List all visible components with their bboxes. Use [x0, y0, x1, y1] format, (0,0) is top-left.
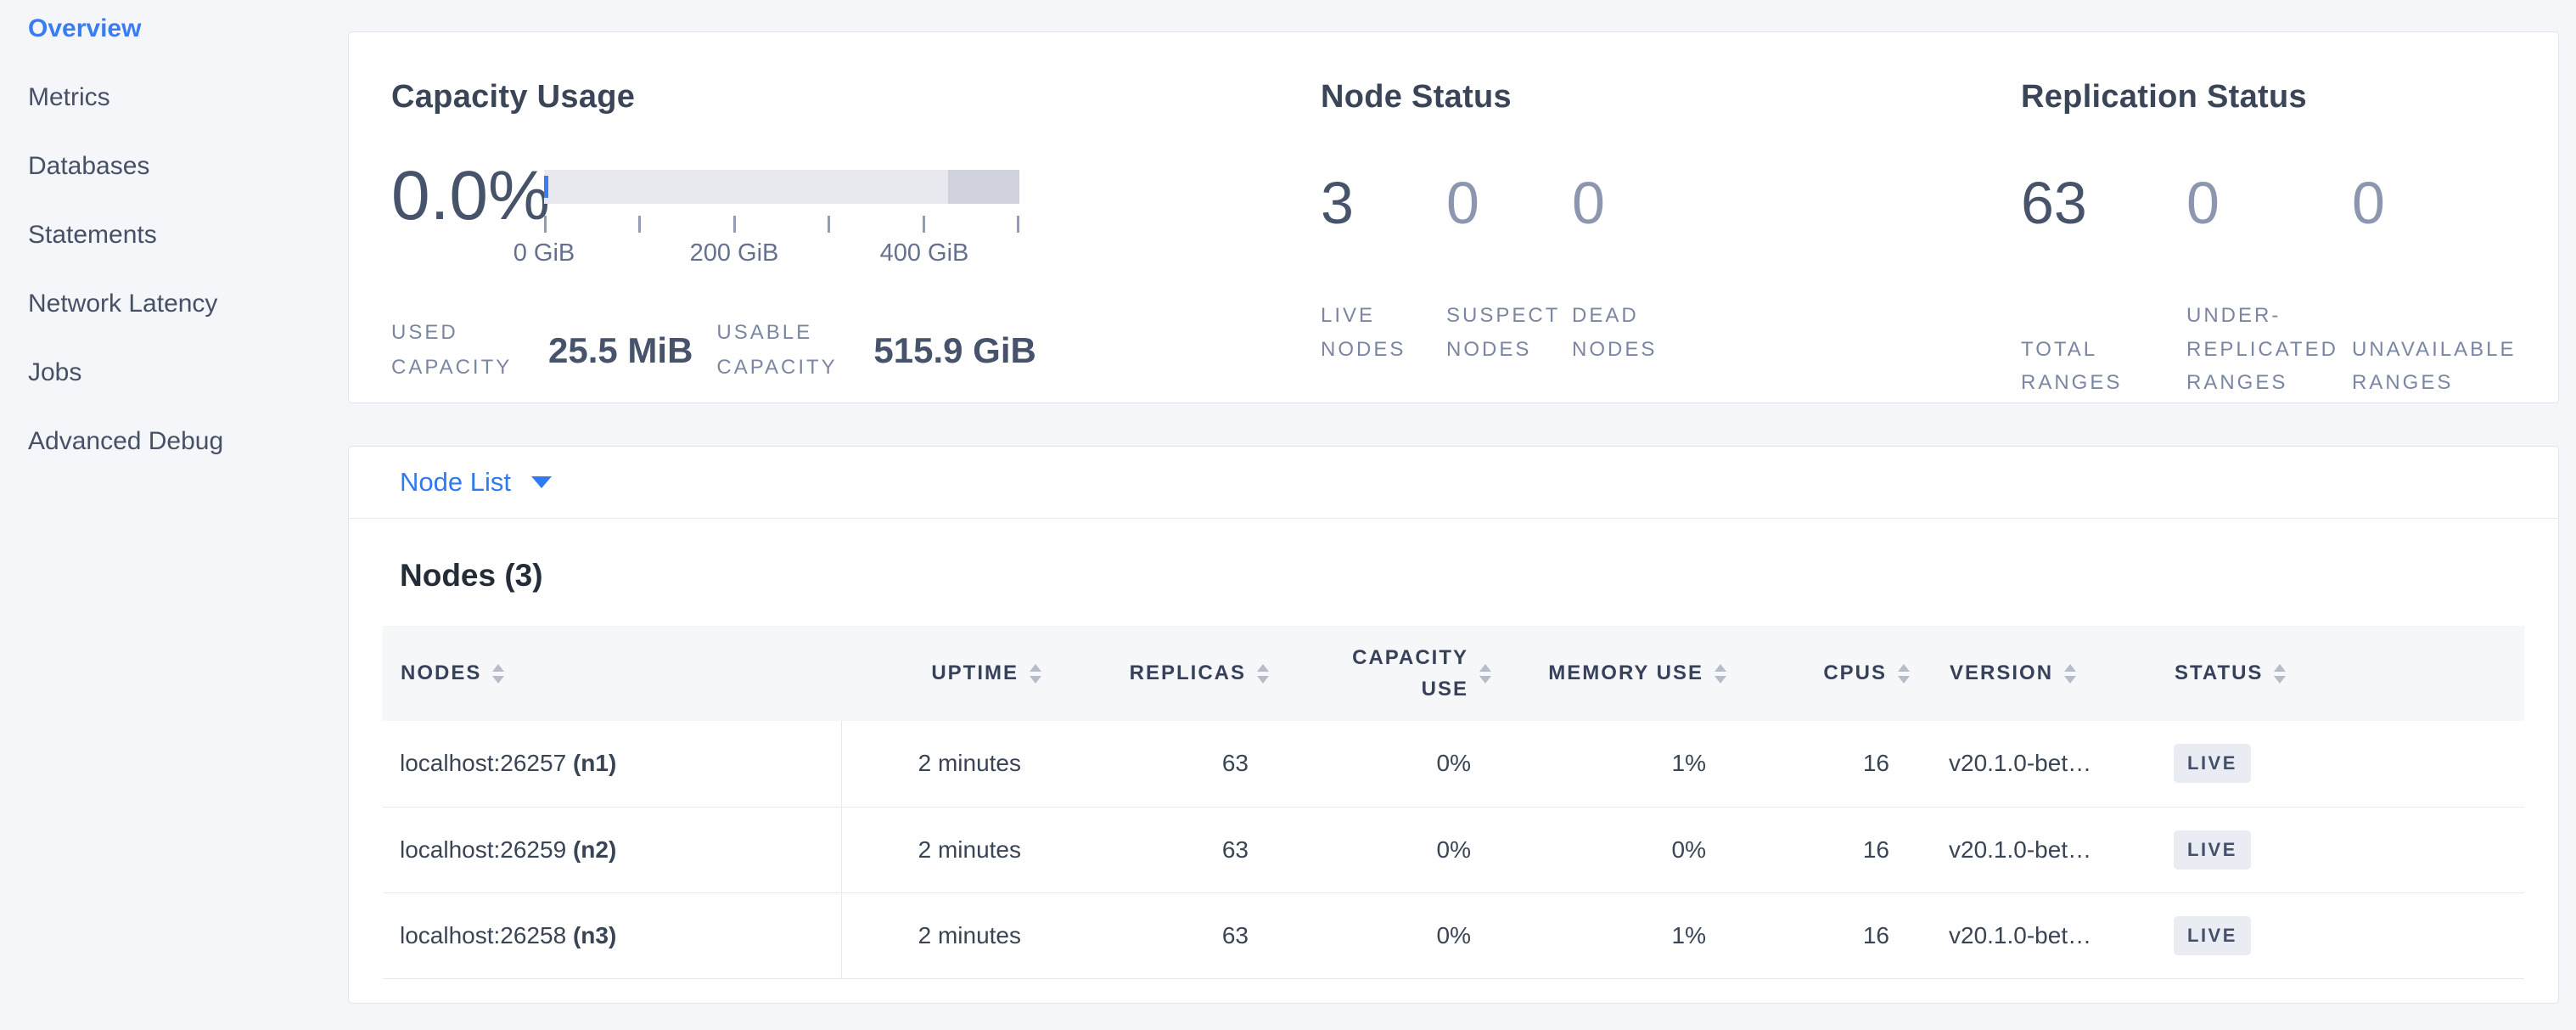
live-nodes-count: 3 [1321, 173, 1446, 233]
cpus-cell: 16 [1727, 807, 1911, 892]
sidebar-item-overview[interactable]: Overview [28, 14, 348, 44]
capacity-use-cell: 0% [1270, 721, 1492, 807]
nodes-heading: Nodes (3) [400, 558, 2524, 594]
dead-nodes-label: DEAD NODES [1572, 299, 1698, 366]
nodes-table: NODES UPTIME REPLICAS CAPACITY USE [383, 626, 2524, 979]
axis-label-0gib: 0 GiB [514, 239, 575, 267]
node-address-cell[interactable]: localhost:26259 (n2) [383, 807, 841, 892]
usable-capacity-label: USABLE CAPACITY [716, 316, 873, 386]
sort-icon [2274, 664, 2286, 684]
chevron-down-icon [531, 476, 552, 488]
cpus-cell: 16 [1727, 892, 1911, 978]
capacity-use-cell: 0% [1270, 892, 1492, 978]
version-cell: v20.1.0-bet… [1911, 807, 2127, 892]
live-nodes-label: LIVE NODES [1321, 299, 1446, 366]
replicas-cell: 63 [1042, 892, 1270, 978]
replication-status-title: Replication Status [2021, 79, 2558, 115]
used-capacity-label: USED CAPACITY [391, 316, 548, 386]
main-content: Capacity Usage 0.0% 0 GiB 200 Gi [348, 0, 2576, 1030]
replicas-cell: 63 [1042, 721, 1270, 807]
uptime-cell: 2 minutes [841, 721, 1042, 807]
capacity-bar-reserved-segment [948, 170, 1019, 204]
sidebar-item-statements[interactable]: Statements [28, 220, 348, 250]
used-capacity-stat: USED CAPACITY 25.5 MiB [391, 316, 716, 386]
axis-label-400gib: 400 GiB [880, 239, 969, 267]
sidebar-item-metrics[interactable]: Metrics [28, 82, 348, 113]
unavailable-ranges-label: UNAVAILABLE RANGES [2352, 333, 2517, 400]
used-capacity-value: 25.5 MiB [548, 330, 693, 371]
sort-icon [1257, 664, 1269, 684]
sidebar: Overview Metrics Databases Statements Ne… [0, 0, 348, 1030]
sort-icon [492, 664, 504, 684]
memory-use-cell: 1% [1492, 892, 1727, 978]
node-list-dropdown-label: Node List [400, 467, 511, 498]
capacity-axis-ticks [544, 216, 1019, 233]
column-header-cpus[interactable]: CPUS [1727, 626, 1911, 721]
node-list-card: Node List Nodes (3) NODES [348, 446, 2559, 1004]
total-ranges-count: 63 [2021, 173, 2186, 233]
capacity-bar-used-marker [544, 176, 548, 198]
sort-icon [1898, 664, 1910, 684]
capacity-bar-chart: 0 GiB 200 GiB 400 GiB [544, 170, 1019, 272]
table-header-row: NODES UPTIME REPLICAS CAPACITY USE [383, 626, 2524, 721]
capacity-axis-labels: 0 GiB 200 GiB 400 GiB [544, 239, 1019, 272]
column-header-uptime[interactable]: UPTIME [841, 626, 1042, 721]
sidebar-item-advanced-debug[interactable]: Advanced Debug [28, 426, 348, 457]
column-header-replicas[interactable]: REPLICAS [1042, 626, 1270, 721]
status-cell: LIVE [2127, 721, 2524, 807]
capacity-use-cell: 0% [1270, 807, 1492, 892]
replication-status-panel: Replication Status 63 0 0 TOTAL RANGES U… [2021, 32, 2558, 402]
node-list-dropdown[interactable]: Node List [400, 467, 552, 498]
usable-capacity-stat: USABLE CAPACITY 515.9 GiB [716, 316, 1059, 386]
node-address-cell[interactable]: localhost:26257 (n1) [383, 721, 841, 807]
version-cell: v20.1.0-bet… [1911, 721, 2127, 807]
sort-icon [1030, 664, 1041, 684]
memory-use-cell: 0% [1492, 807, 1727, 892]
version-cell: v20.1.0-bet… [1911, 892, 2127, 978]
overview-page: Overview Metrics Databases Statements Ne… [0, 0, 2576, 1030]
column-header-version[interactable]: VERSION [1911, 626, 2127, 721]
sidebar-item-network-latency[interactable]: Network Latency [28, 289, 348, 319]
total-ranges-label: TOTAL RANGES [2021, 333, 2186, 400]
column-header-memory-use[interactable]: MEMORY USE [1492, 626, 1727, 721]
table-row-node-3[interactable]: localhost:26258 (n3) 2 minutes 63 0% 1% … [383, 892, 2524, 978]
column-header-capacity-use[interactable]: CAPACITY USE [1270, 626, 1492, 721]
status-badge: LIVE [2174, 744, 2251, 783]
suspect-nodes-label: SUSPECT NODES [1446, 299, 1572, 366]
table-row-node-1[interactable]: localhost:26257 (n1) 2 minutes 63 0% 1% … [383, 721, 2524, 807]
node-status-panel: Node Status 3 0 0 LIVE NODES SUSPECT NOD… [1321, 32, 2021, 402]
dead-nodes-count: 0 [1572, 173, 1698, 233]
replicas-cell: 63 [1042, 807, 1270, 892]
sort-icon [1715, 664, 1726, 684]
sidebar-item-databases[interactable]: Databases [28, 151, 348, 182]
cluster-summary-card: Capacity Usage 0.0% 0 GiB 200 Gi [348, 31, 2559, 403]
status-badge: LIVE [2174, 830, 2251, 870]
unavailable-ranges-count: 0 [2352, 173, 2517, 233]
sidebar-item-jobs[interactable]: Jobs [28, 357, 348, 388]
sort-icon [1479, 664, 1491, 684]
node-status-title: Node Status [1321, 79, 2021, 115]
column-header-nodes[interactable]: NODES [383, 626, 841, 721]
suspect-nodes-count: 0 [1446, 173, 1572, 233]
status-cell: LIVE [2127, 892, 2524, 978]
column-header-status[interactable]: STATUS [2127, 626, 2524, 721]
uptime-cell: 2 minutes [841, 807, 1042, 892]
axis-label-200gib: 200 GiB [690, 239, 779, 267]
nodes-table-section: Nodes (3) NODES UPTIME [349, 558, 2558, 979]
table-row-node-2[interactable]: localhost:26259 (n2) 2 minutes 63 0% 0% … [383, 807, 2524, 892]
sort-icon [2064, 664, 2076, 684]
under-replicated-ranges-label: UNDER-REPLICATED RANGES [2186, 299, 2352, 400]
usable-capacity-value: 515.9 GiB [873, 330, 1035, 371]
capacity-usage-title: Capacity Usage [391, 79, 1321, 115]
node-address-cell[interactable]: localhost:26258 (n3) [383, 892, 841, 978]
view-selector-bar: Node List [349, 447, 2558, 519]
cpus-cell: 16 [1727, 721, 1911, 807]
capacity-bar-track [544, 170, 1019, 204]
capacity-usage-panel: Capacity Usage 0.0% 0 GiB 200 Gi [349, 32, 1321, 402]
memory-use-cell: 1% [1492, 721, 1727, 807]
status-badge: LIVE [2174, 916, 2251, 955]
uptime-cell: 2 minutes [841, 892, 1042, 978]
under-replicated-ranges-count: 0 [2186, 173, 2352, 233]
status-cell: LIVE [2127, 807, 2524, 892]
